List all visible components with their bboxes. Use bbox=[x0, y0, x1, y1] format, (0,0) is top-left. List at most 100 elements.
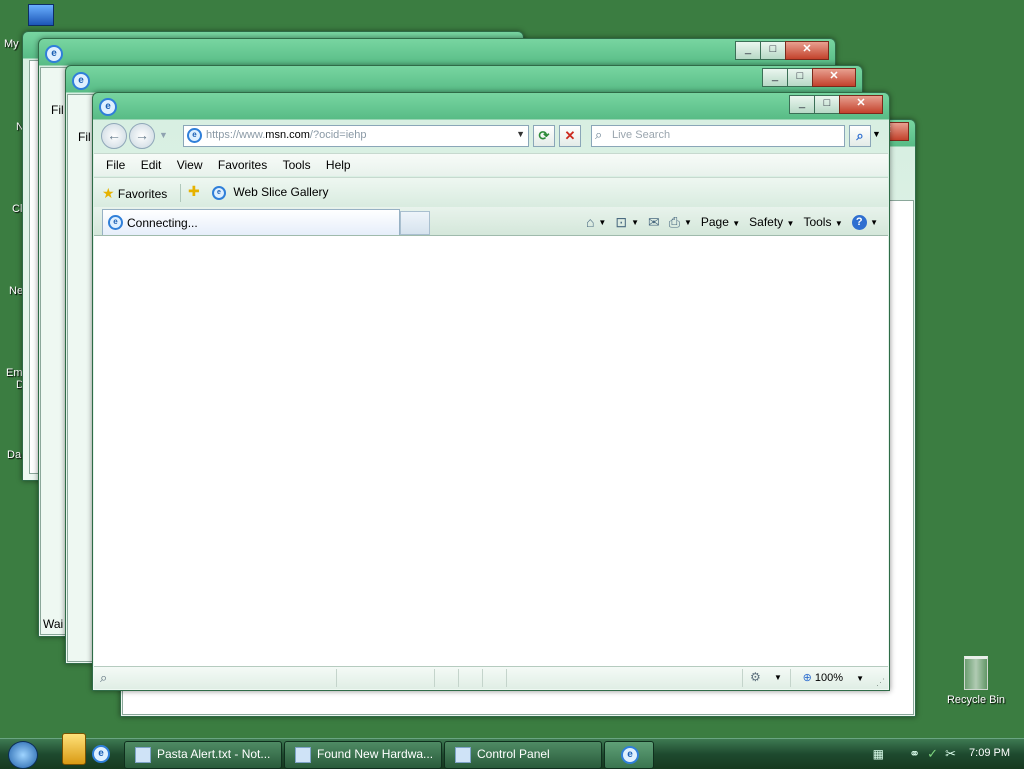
menu-tools[interactable]: Tools bbox=[283, 154, 311, 176]
search-options-icon[interactable]: ▼ bbox=[872, 129, 881, 139]
web-slice-gallery-link[interactable]: e Web Slice Gallery bbox=[212, 185, 329, 200]
menu-fragment: Fil bbox=[51, 103, 64, 117]
home-dropdown-icon[interactable]: ▼ bbox=[598, 218, 606, 227]
feeds-dropdown-icon[interactable]: ▼ bbox=[631, 218, 639, 227]
taskbar-button-control-panel[interactable]: Control Panel bbox=[444, 741, 602, 769]
safety-menu[interactable]: Safety ▼ bbox=[749, 215, 794, 229]
clock[interactable]: 7:09 PM bbox=[969, 747, 1010, 759]
address-text: https://www.msn.com/?ocid=iehp bbox=[206, 129, 367, 141]
close-icon[interactable]: ✕ bbox=[839, 95, 883, 114]
navigation-bar: ← → ▼ e https://www.msn.com/?ocid=iehp ▼… bbox=[97, 123, 885, 149]
print-dropdown-icon[interactable]: ▼ bbox=[684, 218, 692, 227]
start-button[interactable] bbox=[8, 741, 38, 769]
tab-row: e Connecting... ⌂ ▼ ⊡ ▼ ✉ ⎙ ▼ Page ▼ Safety… bbox=[94, 207, 888, 236]
quick-launch-ie-icon[interactable]: e bbox=[92, 745, 110, 763]
address-bar[interactable]: e https://www.msn.com/?ocid=iehp ▼ bbox=[183, 125, 529, 147]
page-content[interactable] bbox=[94, 236, 888, 666]
page-menu[interactable]: Page ▼ bbox=[701, 215, 740, 229]
desktop-computer-icon[interactable] bbox=[28, 4, 54, 26]
desktop-label: Da bbox=[7, 449, 22, 461]
tray-security-icon[interactable]: ✂ bbox=[945, 746, 956, 762]
notepad-icon bbox=[135, 746, 151, 763]
security-zone-dropdown-icon[interactable]: ▼ bbox=[774, 673, 782, 682]
stop-button[interactable]: ✕ bbox=[559, 125, 581, 147]
web-slice-label: Web Slice Gallery bbox=[233, 185, 329, 199]
menu-favorites[interactable]: Favorites bbox=[218, 154, 267, 176]
status-bar: ⌕ ⚙ ▼ ⊕ 100% ▼ ⋰ bbox=[94, 666, 888, 689]
taskbar-button-hardware[interactable]: Found New Hardwa... bbox=[284, 741, 442, 769]
recycle-bin-label: Recycle Bin bbox=[946, 694, 1006, 706]
ie-icon: e bbox=[72, 72, 90, 90]
help-icon: ? bbox=[851, 215, 867, 230]
search-icon: ⌕ bbox=[595, 127, 603, 142]
taskbar-button-label: Pasta Alert.txt - Not... bbox=[157, 747, 271, 761]
loading-icon: e bbox=[108, 215, 123, 230]
ie-icon: e bbox=[92, 745, 110, 763]
ie-icon: e bbox=[621, 746, 639, 764]
resize-grip-icon[interactable]: ⋰ bbox=[876, 677, 885, 688]
favorites-label: Favorites bbox=[117, 187, 168, 201]
zoom-icon: ⊕ bbox=[802, 672, 812, 684]
zoom-control[interactable]: ⊕ 100% ▼ bbox=[803, 671, 864, 684]
status-fragment: Wai bbox=[43, 617, 64, 631]
status-search-icon: ⌕ bbox=[100, 670, 108, 685]
security-zone-icon[interactable]: ⚙ bbox=[750, 670, 761, 684]
tab-connecting[interactable]: e Connecting... bbox=[102, 209, 400, 235]
tools-menu[interactable]: Tools ▼ bbox=[803, 215, 842, 229]
recycle-bin[interactable]: Recycle Bin bbox=[944, 656, 1008, 706]
minimize-icon[interactable]: _ bbox=[762, 68, 788, 87]
menu-bar: File Edit View Favorites Tools Help bbox=[94, 153, 888, 176]
favorites-button[interactable]: ★ Favorites bbox=[102, 185, 167, 202]
ie-window[interactable]: e _ □ ✕ ← → ▼ e https://www.msn.com/?oci… bbox=[92, 92, 890, 691]
tray-sound-icon[interactable]: ✓ bbox=[927, 746, 938, 762]
tray-calculator-icon[interactable]: ▦ bbox=[873, 747, 884, 761]
maximize-icon[interactable]: □ bbox=[814, 95, 840, 114]
menu-help[interactable]: Help bbox=[326, 154, 351, 176]
ie-icon: e bbox=[99, 98, 117, 116]
window-controls: _ □ ✕ bbox=[735, 41, 829, 60]
forward-button[interactable]: → bbox=[129, 123, 155, 149]
back-button[interactable]: ← bbox=[101, 123, 127, 149]
menu-fragment: Fil bbox=[78, 130, 91, 144]
zoom-level: 100% bbox=[814, 672, 844, 684]
help-menu[interactable]: ? ▼ bbox=[851, 214, 878, 230]
window-controls: _ □ ✕ bbox=[762, 68, 856, 87]
taskbar-button-ie-group[interactable]: e bbox=[604, 741, 654, 769]
desktop-label: Cl bbox=[12, 203, 23, 215]
page-icon: e bbox=[187, 128, 202, 143]
maximize-icon[interactable]: □ bbox=[760, 41, 786, 60]
ie-icon: e bbox=[45, 45, 63, 63]
lock-icon[interactable] bbox=[62, 733, 86, 765]
close-icon[interactable]: ✕ bbox=[812, 68, 856, 87]
favorites-separator bbox=[180, 184, 181, 202]
recent-pages-dropdown-icon[interactable]: ▼ bbox=[159, 130, 168, 140]
address-dropdown-icon[interactable]: ▼ bbox=[516, 129, 525, 139]
close-icon[interactable]: ✕ bbox=[785, 41, 829, 60]
print-icon[interactable]: ⎙ bbox=[669, 214, 680, 231]
tray-network-icon[interactable]: ⚭ bbox=[909, 746, 920, 762]
minimize-icon[interactable]: _ bbox=[789, 95, 815, 114]
search-box[interactable]: ⌕ Live Search bbox=[591, 125, 845, 147]
menu-file[interactable]: File bbox=[106, 154, 125, 176]
new-tab-button[interactable] bbox=[400, 211, 430, 235]
minimize-icon[interactable]: _ bbox=[735, 41, 761, 60]
favorites-bar: ★ Favorites ✚ e Web Slice Gallery bbox=[94, 177, 888, 208]
desktop-label: Ne bbox=[9, 285, 24, 297]
hardware-icon bbox=[295, 746, 311, 763]
home-icon[interactable]: ⌂ bbox=[586, 214, 594, 230]
menu-edit[interactable]: Edit bbox=[141, 154, 162, 176]
recycle-bin-icon bbox=[964, 656, 988, 690]
menu-view[interactable]: View bbox=[177, 154, 203, 176]
search-placeholder: Live Search bbox=[612, 129, 671, 141]
refresh-button[interactable]: ⟳ bbox=[533, 125, 555, 147]
feeds-icon[interactable]: ⊡ bbox=[615, 214, 627, 231]
mail-icon[interactable]: ✉ bbox=[648, 214, 660, 231]
maximize-icon[interactable]: □ bbox=[787, 68, 813, 87]
desktop-label: My bbox=[4, 38, 19, 50]
add-favorites-icon[interactable]: ✚ bbox=[188, 183, 200, 200]
search-button[interactable]: ⌕ bbox=[849, 125, 871, 147]
taskbar-button-notepad[interactable]: Pasta Alert.txt - Not... bbox=[124, 741, 282, 769]
control-panel-icon bbox=[455, 746, 471, 763]
star-icon: ★ bbox=[102, 185, 115, 201]
command-bar: ⌂ ▼ ⊡ ▼ ✉ ⎙ ▼ Page ▼ Safety ▼ Tools ▼ ? ▼ bbox=[577, 213, 878, 231]
